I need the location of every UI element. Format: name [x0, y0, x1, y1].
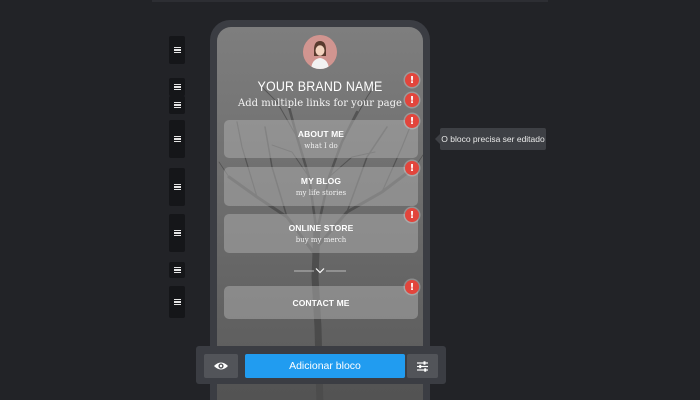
link-block-my-blog[interactable]: MY BLOG my life stories [224, 167, 418, 206]
drag-handle-icon [173, 266, 181, 274]
drag-handle-icon [173, 229, 181, 237]
warning-icon[interactable]: ! [405, 114, 419, 128]
drag-handle-icon [173, 135, 181, 143]
drag-handle-link-about[interactable] [169, 120, 185, 158]
warning-tooltip: O bloco precisa ser editado [435, 128, 546, 150]
warning-icon[interactable]: ! [405, 161, 419, 175]
person-avatar-icon [303, 35, 337, 69]
link-title: MY BLOG [300, 176, 342, 186]
drag-handle-link-blog[interactable] [169, 168, 185, 206]
drag-handle-icon [173, 183, 181, 191]
link-subtitle: my life stories [295, 189, 347, 197]
brand-name-heading[interactable]: YOUR BRAND NAME [225, 79, 415, 94]
drag-handle-tagline[interactable] [169, 96, 185, 114]
preview-button[interactable] [204, 354, 238, 378]
divider-block[interactable] [290, 264, 350, 276]
link-title: ONLINE STORE [288, 223, 354, 233]
sliders-icon [417, 360, 428, 372]
drag-handle-brand-name[interactable] [169, 78, 185, 96]
drag-handle-icon [173, 83, 181, 91]
drag-handle-link-contact[interactable] [169, 286, 185, 318]
warning-icon[interactable]: ! [405, 208, 419, 222]
drag-handle-divider[interactable] [169, 262, 185, 278]
warning-icon[interactable]: ! [405, 93, 419, 107]
link-subtitle: buy my merch [295, 236, 347, 244]
eye-icon [214, 362, 228, 370]
tagline-text[interactable]: Add multiple links for your page [217, 98, 423, 109]
drag-handle-link-store[interactable] [169, 214, 185, 252]
chevron-down-divider-icon [294, 268, 346, 274]
drag-handle-icon [173, 101, 181, 109]
link-block-contact-me[interactable]: CONTACT ME [224, 286, 418, 319]
link-title: ABOUT ME [297, 128, 345, 139]
link-block-about-me[interactable]: ABOUT ME what I do [224, 120, 418, 158]
drag-handle-icon [173, 46, 181, 54]
drag-handle-avatar[interactable] [169, 36, 185, 64]
warning-icon[interactable]: ! [405, 73, 419, 87]
add-block-button[interactable]: Adicionar bloco [245, 354, 405, 378]
link-block-online-store[interactable]: ONLINE STORE buy my merch [224, 214, 418, 253]
warning-icon[interactable]: ! [405, 280, 419, 294]
avatar[interactable] [303, 35, 337, 69]
drag-handle-icon [173, 298, 181, 306]
settings-button[interactable] [407, 354, 438, 378]
top-strip [152, 0, 548, 2]
link-subtitle: what I do [304, 141, 338, 150]
link-title: CONTACT ME [292, 297, 350, 308]
